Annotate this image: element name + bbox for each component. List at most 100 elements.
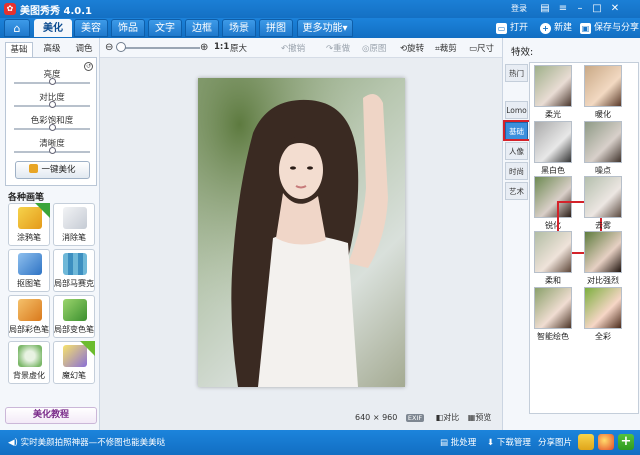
tab-beautify[interactable]: 美化 [34,19,72,37]
effect-tab-hot[interactable]: 热门 [505,64,528,82]
skin-icon[interactable]: ▤ [538,2,552,15]
compare-button[interactable]: ◧对比 [436,413,460,422]
zoom-in-icon[interactable]: ⊕ [200,42,208,53]
effect-thumb-full-color[interactable] [584,287,622,329]
brush-magic[interactable]: 魔幻笔 [53,341,95,384]
tab-scene[interactable]: 场景 [222,19,256,37]
redo-label: 重做 [333,44,351,54]
effect-label-soft-light: 柔光 [545,110,561,119]
exif-badge[interactable]: EXIF [405,414,425,422]
effect-thumb-soft[interactable] [534,231,572,273]
size-times: × [372,413,380,422]
effect-thumb-noise[interactable] [584,121,622,163]
app-icon: ✿ [4,3,16,15]
tab-collage[interactable]: 拼图 [259,19,293,37]
brush-eraser[interactable]: 消除笔 [53,203,95,246]
effect-tab-lomo[interactable]: Lomo [505,101,528,119]
brush-recolor[interactable]: 局部变色笔 [53,295,95,338]
brush-mosaic[interactable]: 局部马赛克 [53,249,95,292]
add-icon[interactable]: + [618,434,634,450]
portrait-image [198,78,405,387]
effect-label-noise: 噪点 [595,166,611,175]
clarity-knob[interactable] [49,147,56,154]
original-size-button[interactable]: 原大 [230,42,247,54]
image-height: 960 [382,413,398,422]
effect-thumb-smart-color[interactable] [534,287,572,329]
folder-icon: ▭ [496,23,507,34]
home-icon[interactable]: ⌂ [4,19,30,37]
brush-eraser-label: 消除笔 [62,233,86,242]
brush-blur-bg[interactable]: 背景虚化 [8,341,50,384]
effect-tab-art[interactable]: 艺术 [505,182,528,200]
effect-tab-portrait[interactable]: 人像 [505,142,528,160]
brush-new-badge [80,341,95,356]
contrast-knob[interactable] [49,101,56,108]
login-link[interactable]: 登录 [511,3,527,14]
mosaic-icon [63,253,87,275]
weibo-icon[interactable] [598,434,614,450]
tab-text[interactable]: 文字 [148,19,182,37]
effect-thumb-high-contrast[interactable] [584,231,622,273]
tutorial-button[interactable]: 美化教程 [5,407,97,424]
crop-button[interactable]: ⌗裁剪 [435,42,457,54]
tab-beauty[interactable]: 美容 [74,19,108,37]
crop-label: 裁剪 [439,44,457,54]
tab-more[interactable]: 更多功能▾ [297,19,353,37]
right-panel: 特效: 热门 基础 Lomo 人像 时尚 艺术 柔光 暖化 黑白色 噪点 锐化 … [502,38,640,430]
tab-accessories[interactable]: 饰品 [111,19,145,37]
blur-icon [18,345,42,367]
effect-label-soft: 柔和 [545,276,561,285]
preview-button[interactable]: ▦预览 [468,413,492,422]
effect-thumb-dehaze[interactable] [584,176,622,218]
brush-magic-label: 魔幻笔 [62,371,86,380]
rotate-button[interactable]: ⟲旋转 [400,42,424,54]
minimize-icon[interactable]: – [573,2,587,15]
brush-local-color-label: 局部彩色笔 [9,325,49,334]
tab-more-label: 更多功能 [302,23,343,34]
undo-button[interactable]: ↶撤销 [281,42,305,54]
compare-label: 对比 [443,413,460,422]
effect-label-smart-color: 智能绘色 [537,332,569,341]
original-button[interactable]: ◎原图 [362,42,386,54]
batch-button[interactable]: ▤ 批处理 [440,436,476,448]
menu-icon[interactable]: ≡ [556,2,570,15]
one-key-beautify-button[interactable]: 一键美化 [15,161,90,179]
left-tab-advanced[interactable]: 高级 [38,42,66,57]
download-manager-button[interactable]: ⬇ 下载管理 [487,436,531,448]
news-ticker[interactable]: ◀) 实时美颜拍照神器—不修图也能美美哒 [8,436,165,448]
main-tab-bar: ⌂ 美化 美容 饰品 文字 边框 场景 拼图 更多功能▾ ▭ 打开 + 新建 ▣ 保存… [0,18,640,38]
brush-local-color[interactable]: 局部彩色笔 [8,295,50,338]
photo[interactable] [198,78,405,387]
brush-doodle-label: 涂鸦笔 [17,233,41,242]
redo-button[interactable]: ↷重做 [326,42,350,54]
brush-cutout-label: 抠图笔 [17,279,41,288]
effect-tab-fashion[interactable]: 时尚 [505,162,528,180]
open-button[interactable]: ▭ 打开 [496,20,528,36]
maximize-icon[interactable]: □ [590,2,604,15]
saturation-knob[interactable] [49,124,56,131]
zoom-out-icon[interactable]: ⊖ [105,42,113,53]
left-tab-basic[interactable]: 基础 [5,42,33,57]
brush-cutout[interactable]: 抠图笔 [8,249,50,292]
effect-thumb-black-white[interactable] [534,121,572,163]
share-image-button[interactable]: 分享图片 [538,436,572,448]
new-button[interactable]: + 新建 [540,20,572,36]
effect-label-black-white: 黑白色 [541,166,565,175]
zoom-1to1-button[interactable]: 1:1 [214,42,229,52]
brush-doodle[interactable]: 涂鸦笔 [8,203,50,246]
star-icon[interactable] [578,434,594,450]
size-button[interactable]: ▭尺寸 [469,42,494,54]
batch-icon: ▤ [440,438,449,448]
tab-frame[interactable]: 边框 [185,19,219,37]
zoom-slider[interactable] [118,47,200,49]
left-tab-tone[interactable]: 调色 [70,42,98,57]
close-icon[interactable]: ✕ [608,2,622,15]
zoom-slider-knob[interactable] [116,42,126,52]
undo-label: 撤销 [288,44,306,54]
save-share-label: 保存与分享 [594,23,640,33]
brush-badge [35,203,50,218]
effect-thumb-warm[interactable] [584,65,622,107]
save-share-button[interactable]: ▣ 保存与分享 [580,20,639,36]
brightness-knob[interactable] [49,78,56,85]
effect-thumb-soft-light[interactable] [534,65,572,107]
